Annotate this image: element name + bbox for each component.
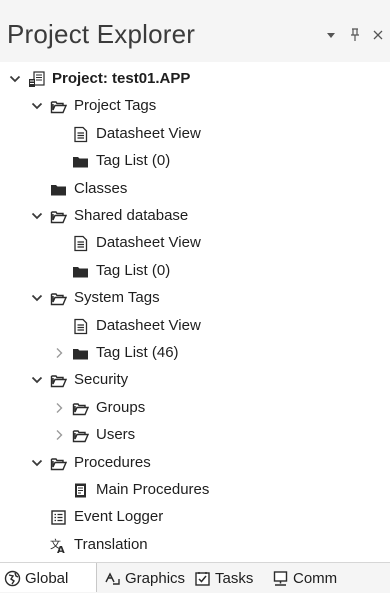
- graphics-icon: [104, 570, 121, 587]
- tab-label: Comm: [293, 570, 338, 587]
- tree-item-label: Project Tags: [74, 97, 157, 115]
- chevron-down-icon[interactable]: [8, 72, 22, 86]
- tree-item[interactable]: Datasheet View: [0, 121, 390, 148]
- folder-closed-icon: [72, 153, 89, 170]
- folder-closed-icon: [72, 345, 89, 362]
- tab-tasks[interactable]: Tasks: [190, 563, 266, 592]
- tree-item-label: Tag List (0): [96, 152, 171, 170]
- chevron-down-icon[interactable]: [30, 456, 44, 470]
- tree-item[interactable]: Shared database: [0, 203, 390, 230]
- tree-item-label: Translation: [74, 535, 148, 553]
- log-icon: [50, 509, 67, 526]
- tree-item-label: Security: [74, 371, 129, 389]
- chevron-down-icon[interactable]: [30, 373, 44, 387]
- tree-item-label: Shared database: [74, 207, 189, 224]
- document-icon: [72, 126, 89, 143]
- tree-item[interactable]: Datasheet View: [0, 230, 390, 257]
- folder-open-icon: [50, 372, 67, 389]
- chevron-down-icon[interactable]: [30, 291, 44, 305]
- tree-item[interactable]: System Tags: [0, 285, 390, 312]
- folder-open-icon: [72, 427, 89, 444]
- panel-title: Project Explorer: [7, 19, 196, 49]
- tree-item[interactable]: Tag List (0): [0, 148, 390, 175]
- folder-closed-icon: [50, 181, 67, 198]
- chevron-right-icon[interactable]: [52, 346, 66, 360]
- tree-item-label: Datasheet View: [96, 316, 201, 334]
- bottom-tab-bar: Global Graphics Tasks Comm: [0, 562, 390, 593]
- tree-item-label: Tag List (46): [96, 344, 179, 361]
- tree-item[interactable]: Groups: [0, 395, 390, 422]
- panel-header: Project Explorer: [0, 0, 390, 62]
- tree-item[interactable]: Project: test01.APP: [0, 66, 390, 93]
- script-icon: [72, 482, 89, 499]
- project-tree: Project: test01.APP Project Tags Datasheet…: [0, 62, 390, 562]
- translate-icon: 文A: [50, 537, 67, 554]
- tree-item-label: Classes: [74, 179, 128, 197]
- globe-icon: [4, 570, 21, 587]
- tree-item-label: Event Logger: [74, 508, 164, 526]
- tab-label: Tasks: [215, 570, 254, 587]
- tree-item-label: Users: [96, 426, 136, 444]
- tree-item[interactable]: Project Tags: [0, 93, 390, 120]
- close-icon[interactable]: [369, 26, 387, 44]
- chevron-down-icon[interactable]: [30, 99, 44, 113]
- tree-item[interactable]: Procedures: [0, 450, 390, 477]
- chevron-right-icon[interactable]: [52, 401, 66, 415]
- tree-item[interactable]: Tag List (0): [0, 258, 390, 285]
- tree-item[interactable]: Event Logger: [0, 504, 390, 531]
- tree-item-label: Tag List (0): [96, 261, 171, 279]
- comm-icon: [272, 570, 289, 587]
- tree-item-label: Groups: [96, 398, 146, 416]
- tree-item[interactable]: Classes: [0, 176, 390, 203]
- tab-label: Graphics: [125, 570, 186, 587]
- tree-item[interactable]: Tag List (46): [0, 340, 390, 367]
- tree-item[interactable]: Security: [0, 367, 390, 394]
- tree-item-label: Main Procedures: [96, 481, 210, 498]
- folder-open-icon: [50, 455, 67, 472]
- folder-open-icon: [50, 290, 67, 307]
- tree-item[interactable]: Main Procedures: [0, 477, 390, 504]
- document-icon: [72, 235, 89, 252]
- svg-text:A: A: [57, 545, 65, 554]
- pin-icon[interactable]: [346, 26, 364, 44]
- tasks-icon: [194, 570, 211, 587]
- tab-comm[interactable]: Comm: [268, 563, 388, 592]
- document-icon: [72, 318, 89, 335]
- tree-item[interactable]: Datasheet View: [0, 313, 390, 340]
- tree-item-label: Project: test01.APP: [52, 70, 191, 87]
- tab-label: Global: [25, 570, 69, 587]
- tree-item-label: System Tags: [74, 289, 160, 307]
- project-icon: [28, 71, 45, 88]
- tree-item-label: Procedures: [74, 453, 151, 471]
- chevron-right-icon[interactable]: [52, 428, 66, 442]
- tree-item[interactable]: 文 A Translation: [0, 532, 390, 559]
- tree-item[interactable]: Users: [0, 422, 390, 449]
- tree-item-label: Datasheet View: [96, 234, 201, 252]
- folder-open-icon: [50, 208, 67, 225]
- tab-global[interactable]: Global: [0, 563, 97, 592]
- tab-graphics[interactable]: Graphics: [100, 563, 188, 592]
- folder-closed-icon: [72, 263, 89, 280]
- project-explorer-panel: Project Explorer Project: test01.APP Proj…: [0, 0, 390, 593]
- folder-open-icon: [50, 98, 67, 115]
- chevron-down-icon[interactable]: [322, 26, 340, 44]
- folder-open-icon: [72, 400, 89, 417]
- tree-item-label: Datasheet View: [96, 124, 201, 142]
- chevron-down-icon[interactable]: [30, 209, 44, 223]
